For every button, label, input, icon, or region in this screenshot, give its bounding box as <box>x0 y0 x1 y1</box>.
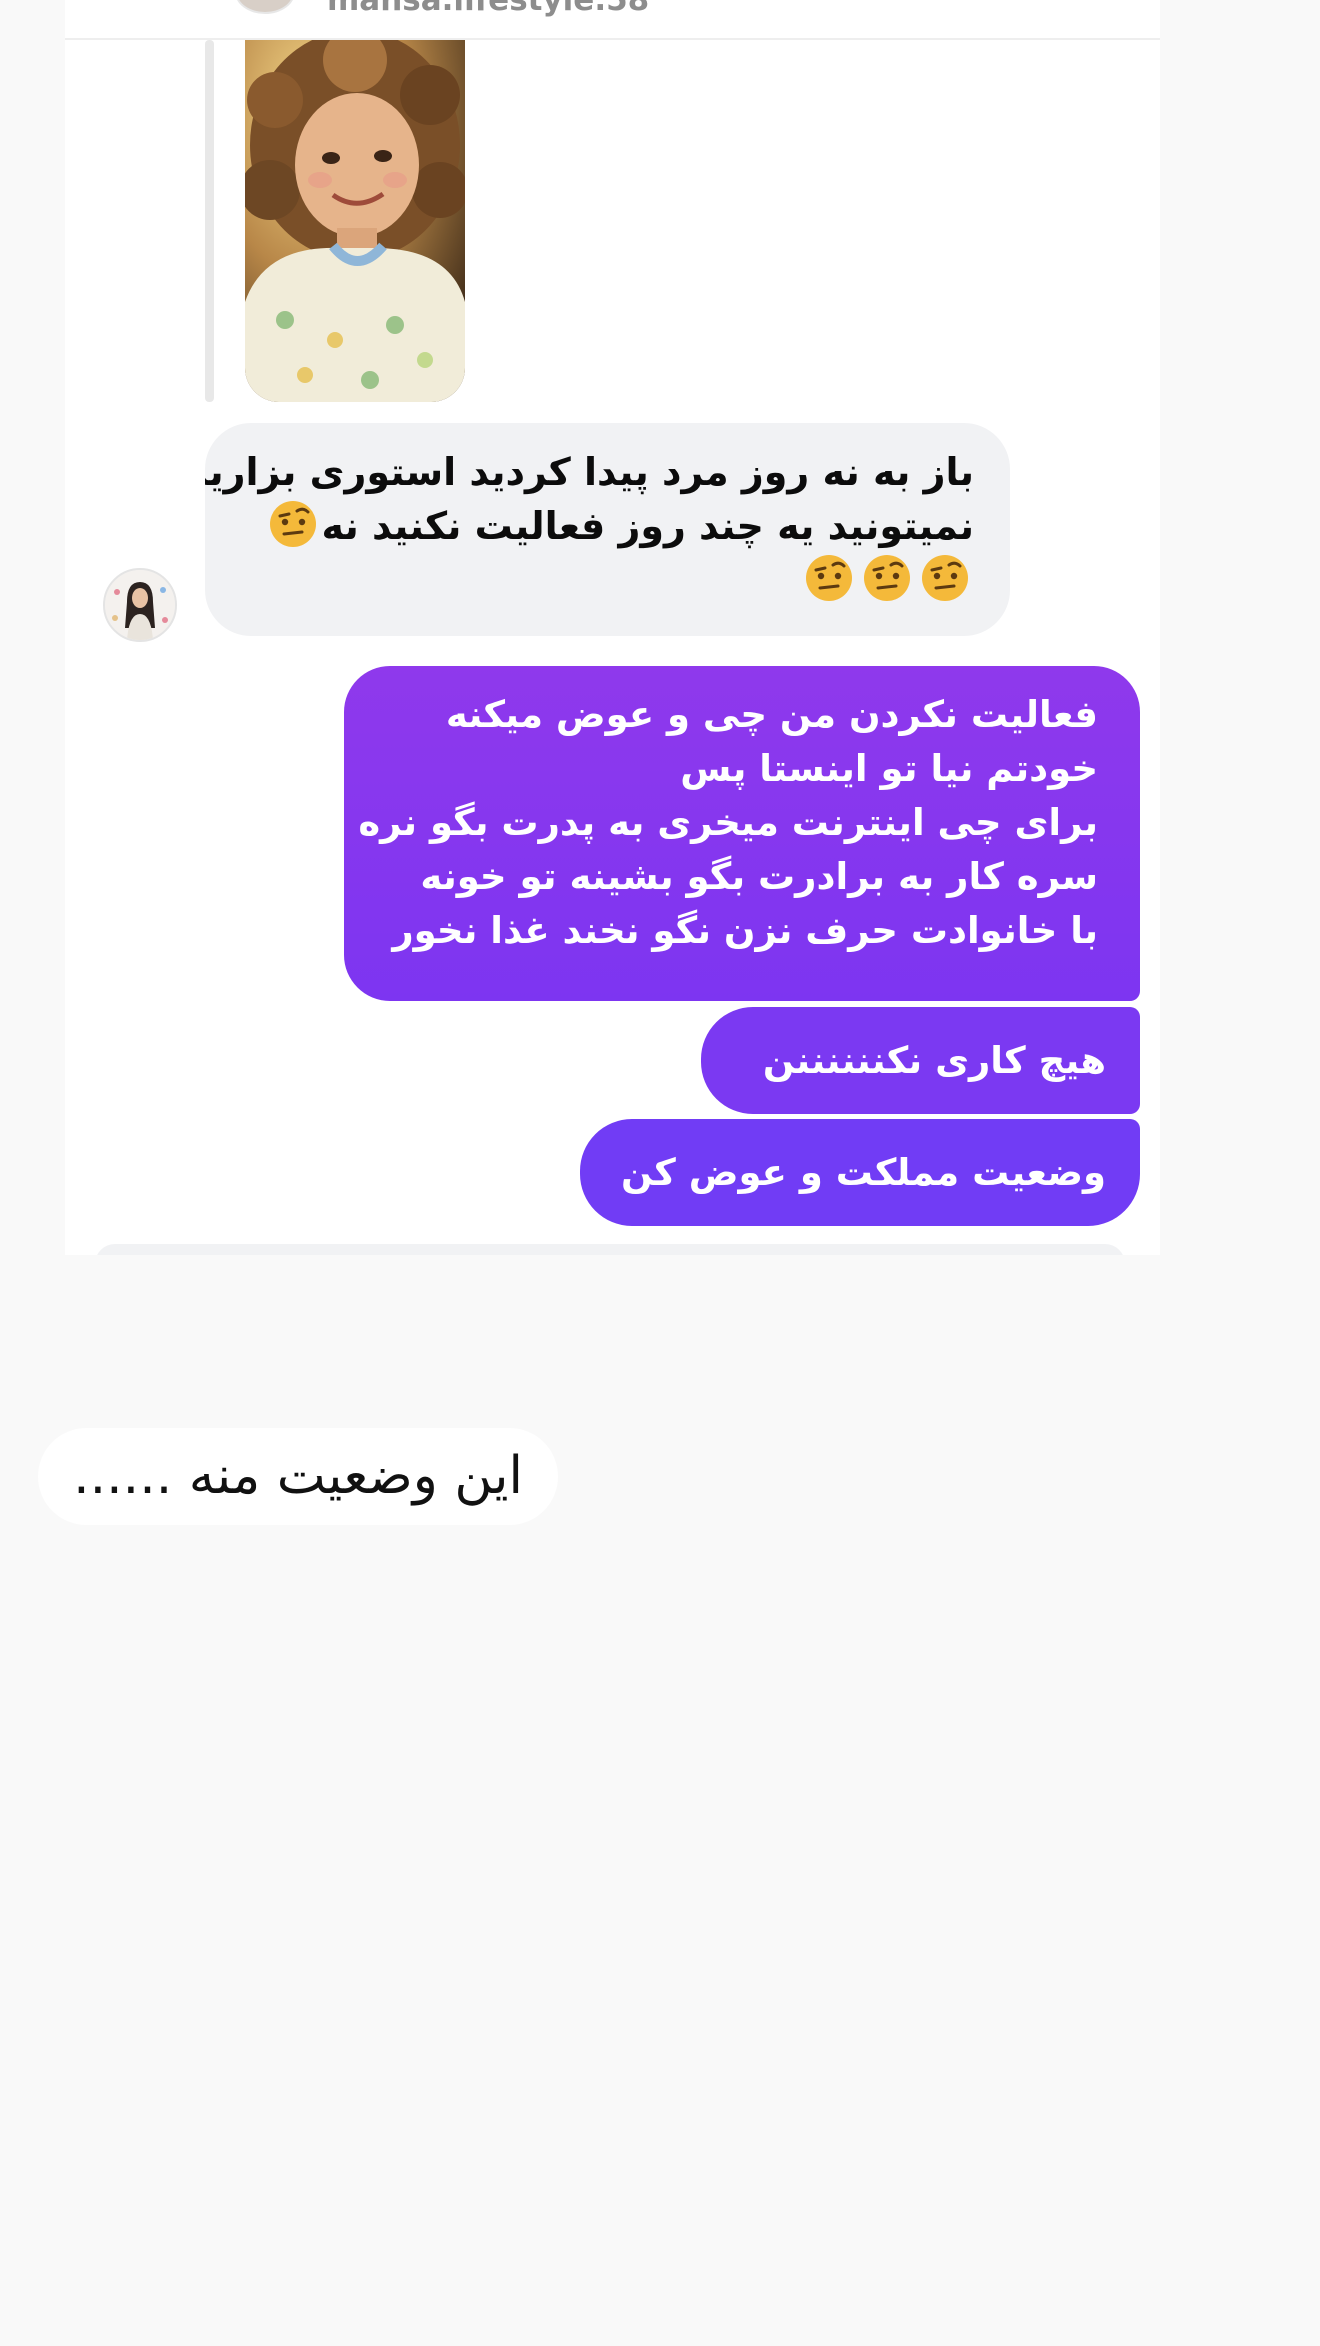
received-message-line-2: نمیتونید یه چند روز فعالیت نکنید نه <box>233 499 974 553</box>
sent-message-line: با خانوادت حرف نزن نگو نخند غذا نخور <box>392 909 1098 952</box>
story-thumbnail[interactable] <box>245 40 465 402</box>
sent-message-line: فعالیت نکردن من چی و عوض میکنه <box>445 693 1098 736</box>
profile-avatar[interactable] <box>235 0 295 14</box>
sender-avatar[interactable] <box>103 568 177 642</box>
sent-message-bubble[interactable]: هیچ کاری نکننننننن <box>701 1007 1140 1114</box>
dm-screenshot-card: mahsa.lifestyle.58 باز به نه روز مرد پید… <box>65 0 1160 1255</box>
received-message-line-1: باز به نه روز مرد پیدا کردید استوری بزار… <box>205 450 974 494</box>
raised-eyebrow-emoji-icon <box>864 555 910 601</box>
received-message-emoji-row <box>233 553 974 607</box>
raised-eyebrow-emoji-icon <box>269 501 316 547</box>
sender-avatar-icon <box>105 570 175 640</box>
received-message-bubble[interactable]: باز به نه روز مرد پیدا کردید استوری بزار… <box>205 423 1010 636</box>
raised-eyebrow-emoji-icon <box>922 555 968 601</box>
sent-message-line: سره کار به برادرت بگو بشینه تو خونه <box>420 855 1098 898</box>
sent-message-line: برای چی اینترنت میخری به پدرت بگو نره <box>358 801 1098 844</box>
dm-header: mahsa.lifestyle.58 <box>65 0 1160 40</box>
header-username[interactable]: mahsa.lifestyle.58 <box>327 0 649 18</box>
story-reply-indicator-bar <box>205 40 214 402</box>
sent-message-bubble[interactable]: وضعیت مملکت و عوض کن <box>580 1119 1140 1226</box>
raised-eyebrow-emoji-icon <box>806 555 852 601</box>
story-photo-icon <box>245 40 465 402</box>
truncated-message-bubble <box>95 1244 1125 1255</box>
story-caption: این وضعیت منه ...... <box>38 1428 558 1525</box>
story-canvas: mahsa.lifestyle.58 باز به نه روز مرد پید… <box>0 0 1320 2346</box>
sent-message-bubble[interactable]: فعالیت نکردن من چی و عوض میکنه خودتم نیا… <box>344 666 1140 1001</box>
sent-message-line: خودتم نیا تو اینستا پس <box>680 747 1098 790</box>
